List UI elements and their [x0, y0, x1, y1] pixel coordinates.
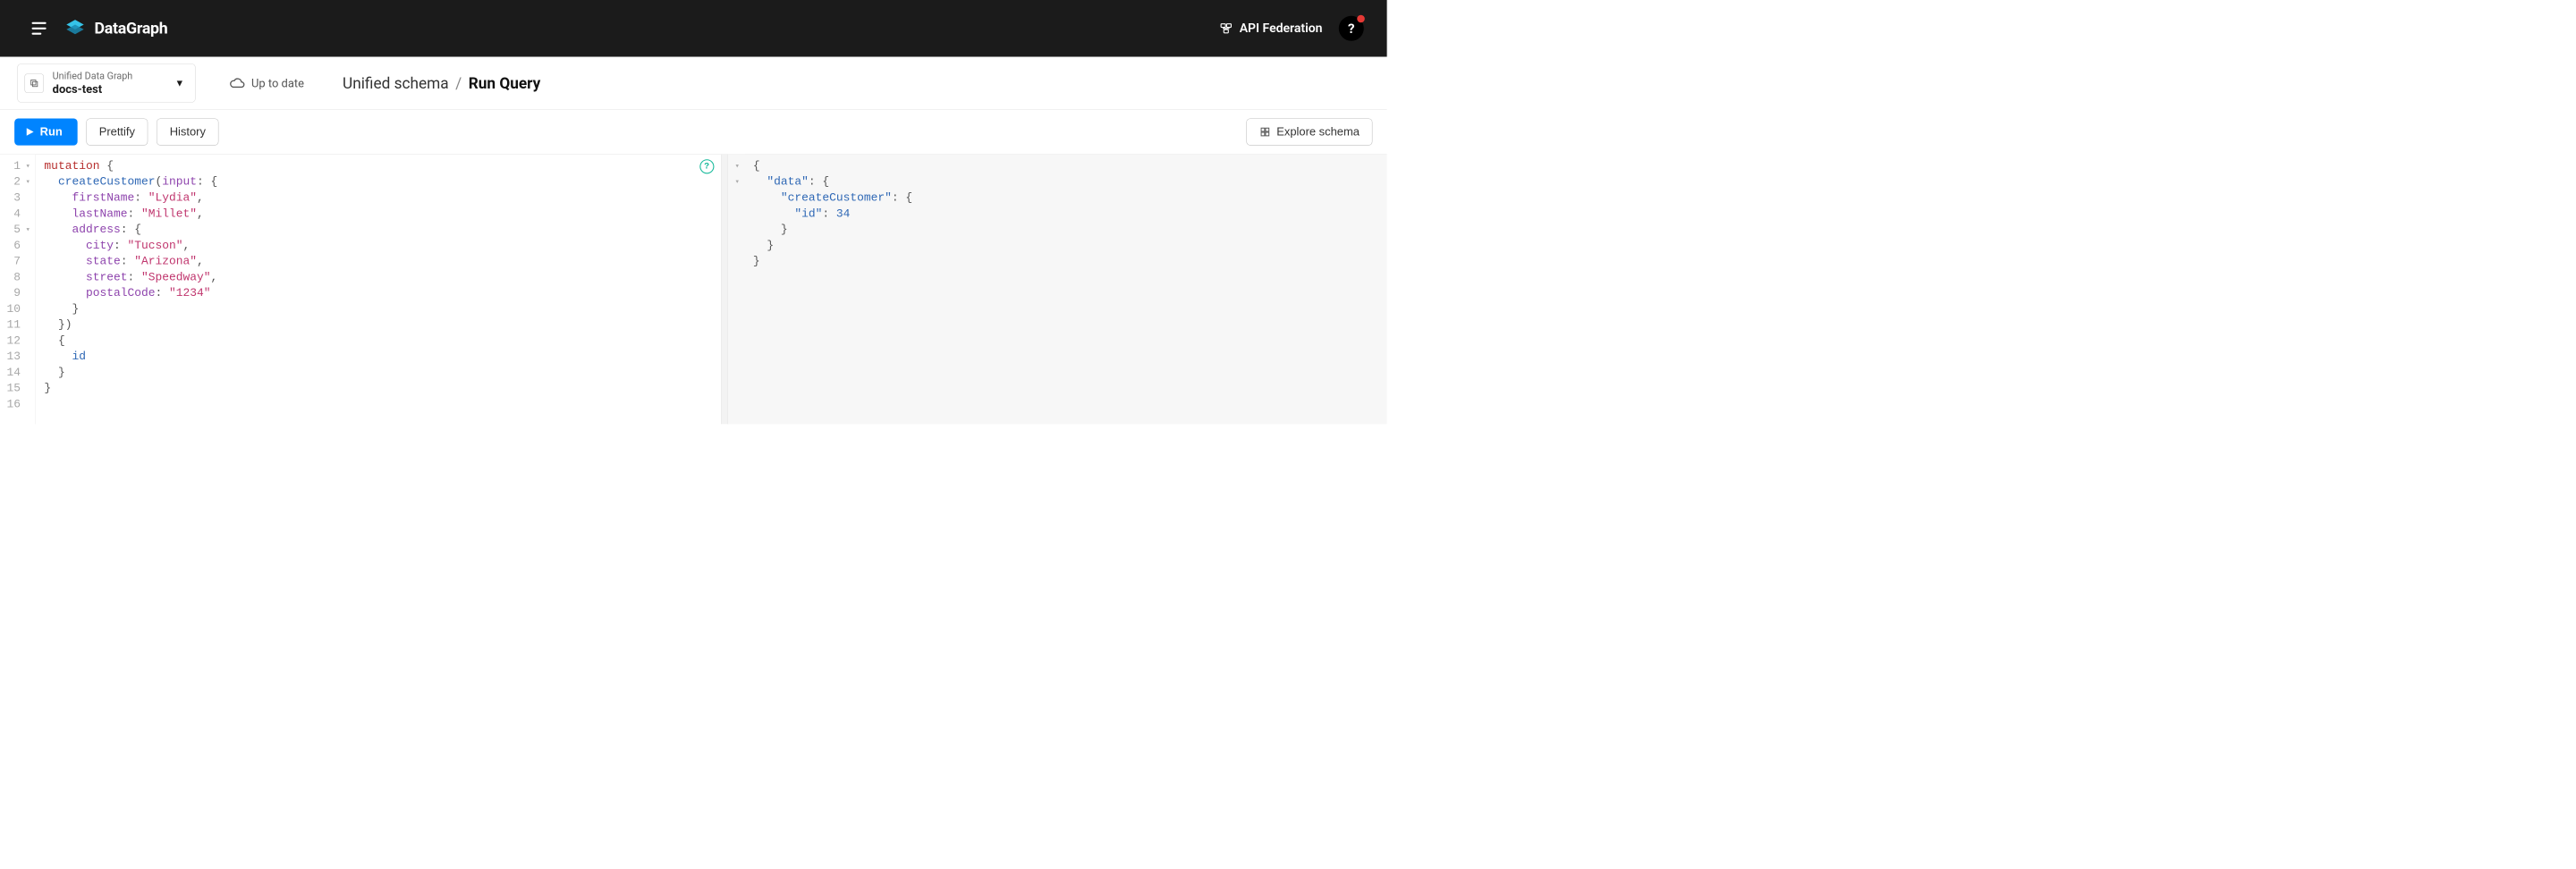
- sync-status: Up to date: [229, 75, 304, 90]
- api-federation-link[interactable]: API Federation: [1219, 21, 1322, 36]
- play-icon: [26, 128, 35, 137]
- layers-icon: [24, 73, 44, 93]
- run-button[interactable]: Run: [14, 118, 77, 145]
- explore-schema-button[interactable]: Explore schema: [1246, 118, 1372, 145]
- editor-area: 1▾2▾345▾678910111213141516 mutation { cr…: [0, 155, 1387, 425]
- cloud-icon: [229, 75, 244, 90]
- breadcrumb: Unified schema / Run Query: [343, 74, 540, 92]
- help-button[interactable]: ?: [1339, 16, 1364, 41]
- prettify-button[interactable]: Prettify: [86, 118, 148, 145]
- result-pane: ▾▾ { "data": { "createCustomer": { "id":…: [728, 155, 1387, 425]
- query-editor[interactable]: 1▾2▾345▾678910111213141516 mutation { cr…: [0, 155, 721, 425]
- project-selector[interactable]: Unified Data Graph docs-test ▼: [17, 63, 195, 103]
- breadcrumb-separator: /: [453, 74, 465, 92]
- brand-name: DataGraph: [95, 19, 168, 38]
- query-code[interactable]: mutation { createCustomer(input: { first…: [36, 155, 226, 425]
- app-header: DataGraph API Federation ?: [0, 0, 1387, 57]
- brand[interactable]: DataGraph: [64, 18, 167, 39]
- federation-icon: [1219, 21, 1233, 35]
- history-button[interactable]: History: [157, 118, 218, 145]
- query-help-icon[interactable]: ?: [699, 159, 714, 173]
- pane-resize-handle[interactable]: [721, 155, 728, 425]
- logo-icon: [64, 18, 86, 39]
- query-toolbar: Run Prettify History Explore schema: [0, 110, 1387, 155]
- run-label: Run: [40, 125, 63, 139]
- notification-dot-icon: [1357, 15, 1365, 23]
- result-code: { "data": { "createCustomer": { "id": 34…: [744, 155, 921, 425]
- api-federation-label: API Federation: [1240, 21, 1323, 36]
- line-gutter: 1▾2▾345▾678910111213141516: [0, 155, 36, 425]
- sync-status-text: Up to date: [251, 76, 304, 89]
- result-gutter: ▾▾: [728, 155, 744, 425]
- breadcrumb-parent[interactable]: Unified schema: [343, 74, 449, 92]
- chevron-down-icon: ▼: [175, 77, 185, 89]
- menu-icon[interactable]: [28, 18, 50, 38]
- breadcrumb-current: Run Query: [469, 74, 541, 92]
- project-type-label: Unified Data Graph: [53, 70, 166, 81]
- project-name: docs-test: [53, 82, 166, 97]
- schema-icon: [1259, 126, 1271, 138]
- context-bar: Unified Data Graph docs-test ▼ Up to dat…: [0, 57, 1387, 110]
